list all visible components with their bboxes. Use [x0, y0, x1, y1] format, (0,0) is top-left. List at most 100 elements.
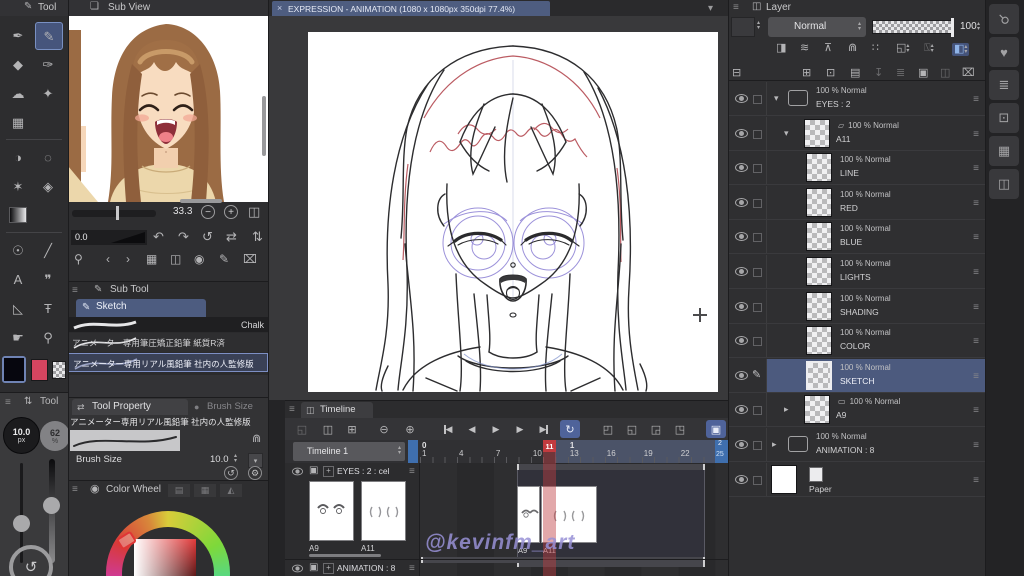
ruler-tool[interactable]: Ŧ — [35, 295, 61, 321]
layer-visible-icon[interactable] — [735, 336, 748, 345]
canvas[interactable] — [308, 32, 718, 392]
layer-row[interactable]: ✎ 100 % Normal SKETCH ≡ — [728, 359, 985, 393]
layer-row[interactable]: 100 % Normal LIGHTS ≡ — [728, 255, 985, 289]
zoom-in-icon[interactable]: ⊕ — [400, 420, 420, 438]
layer-row[interactable]: ▾ ▱ 100 % Normal A11 ≡ — [728, 117, 985, 151]
subview-image[interactable] — [68, 16, 268, 202]
fill-tool[interactable]: ◈ — [35, 173, 61, 199]
layer-hamburger-icon[interactable]: ≡ — [733, 3, 739, 13]
layer-thumbnail[interactable] — [806, 153, 832, 182]
layer-row[interactable]: ▾ 100 % Normal EYES : 2 ≡ — [728, 82, 985, 116]
expand-chevron-icon[interactable]: ▸ — [784, 404, 789, 415]
track1-add-icon[interactable]: + — [323, 466, 334, 477]
color-mix-tab-icon[interactable]: ◭ — [220, 484, 242, 497]
tab-tool-property[interactable]: ⇄ Tool Property — [72, 399, 188, 415]
hamburger-icon[interactable]: ≡ — [5, 398, 11, 408]
delete-icon[interactable]: ⌧ — [243, 252, 257, 266]
settings-icon[interactable]: ⚙ — [248, 466, 262, 480]
layer-visible-icon[interactable] — [735, 440, 748, 449]
layer-visible-icon[interactable] — [735, 94, 748, 103]
reset-icon[interactable]: ↺ — [224, 466, 238, 480]
rotate-right-icon[interactable]: ↷ — [178, 229, 189, 245]
layer-row[interactable]: ▸ ▭ 100 % Normal A9 ≡ — [728, 393, 985, 427]
prev-frame-button[interactable]: ◀ — [462, 420, 482, 438]
layer-row[interactable]: ▸ 100 % Normal ANIMATION : 8 ≡ — [728, 428, 985, 462]
layer-checkbox[interactable] — [753, 303, 762, 312]
track2-eye-icon[interactable] — [291, 564, 304, 573]
overlay-icon[interactable]: ◫ — [170, 252, 181, 266]
next-frame-button[interactable]: ▶ — [510, 420, 530, 438]
eyedropper-tool[interactable]: ⚲ — [35, 324, 61, 350]
search-panel-icon[interactable]: ⚲ — [989, 4, 1019, 34]
layer-checkbox[interactable] — [753, 268, 762, 277]
timeline-settings-icon[interactable]: ⊞ — [342, 420, 362, 438]
pen-tool[interactable]: ✒ — [5, 22, 31, 48]
divide-layer-icon[interactable]: ◫ — [940, 63, 950, 81]
timeline-enable-button[interactable]: ▣ — [706, 420, 726, 438]
layer-menu-icon[interactable]: ≡ — [973, 267, 979, 278]
layer-row[interactable]: 100 % Normal RED ≡ — [728, 186, 985, 220]
eraser-tool[interactable]: ◆ — [5, 51, 31, 77]
layer-checkbox[interactable] — [753, 130, 762, 139]
thumb-cel-a11[interactable] — [361, 481, 406, 541]
brush-size-value[interactable]: 10.0 — [210, 454, 229, 465]
frame-border-tool[interactable]: ◺ — [5, 295, 31, 321]
opacity-slider-bar[interactable] — [872, 18, 954, 37]
track1-menu-icon[interactable]: ≡ — [409, 467, 415, 477]
saturation-value-square[interactable] — [134, 539, 196, 576]
layer-checkbox[interactable] — [753, 337, 762, 346]
gradient-tool[interactable] — [5, 202, 31, 228]
layer-row[interactable]: 100 % Normal SHADING ≡ — [728, 290, 985, 324]
draft-layer-icon[interactable]: ⊼ — [824, 43, 832, 54]
layer-thumbnail[interactable] — [806, 361, 832, 390]
layer-visible-icon[interactable] — [735, 163, 748, 172]
new-layer-settings-icon[interactable]: ⊡ — [826, 63, 835, 81]
layer-menu-icon[interactable]: ≡ — [973, 198, 979, 209]
main-color-swatch[interactable] — [2, 356, 26, 383]
list-view-icon[interactable]: ⊟ — [732, 63, 741, 81]
layer-visible-icon[interactable] — [735, 198, 748, 207]
brush-size-badge[interactable]: 10.0 px — [3, 417, 40, 454]
layer-thumbnail[interactable] — [804, 119, 830, 148]
delete-layer-icon[interactable]: ⌧ — [962, 63, 975, 81]
edit-icon[interactable]: ✎ — [219, 252, 229, 266]
lock-layer-icon[interactable]: ⋒ — [848, 43, 857, 54]
layer-menu-icon[interactable]: ≡ — [973, 405, 979, 416]
layer-menu-icon[interactable]: ≡ — [973, 475, 979, 486]
subtool-hamburger-icon[interactable]: ≡ — [72, 286, 78, 296]
layer-row[interactable]: 100 % Normal BLUE ≡ — [728, 220, 985, 254]
tab-list-chevron-icon[interactable]: ▾ — [708, 3, 713, 14]
timeline-end-marker[interactable]: 2 25 — [715, 440, 728, 463]
layer-checkbox[interactable] — [753, 476, 762, 485]
close-icon[interactable]: × — [277, 3, 282, 13]
text-tool[interactable]: A — [5, 266, 31, 292]
fit-view-icon[interactable]: ◫ — [248, 205, 260, 218]
layer-visible-icon[interactable] — [735, 302, 748, 311]
opacity-slider-handle[interactable] — [951, 18, 954, 37]
layer-checkbox[interactable] — [753, 164, 762, 173]
mask-layer-icon[interactable]: ▣ — [918, 63, 928, 81]
color-set-tab-icon[interactable]: ▦ — [194, 484, 216, 497]
layer-checkbox[interactable] — [753, 406, 762, 415]
timeline-name-stepper[interactable]: ▴ ▾ — [398, 445, 401, 456]
layer-visible-icon[interactable] — [735, 475, 748, 484]
subview-vscrollbar[interactable] — [262, 96, 266, 156]
layer-thumbnail[interactable] — [806, 188, 832, 217]
eyedropper-icon[interactable]: ⚲ — [74, 252, 83, 266]
flip-horizontal-icon[interactable]: ⇄ — [226, 229, 237, 245]
layer-thumbnail[interactable] — [771, 465, 797, 494]
layer-menu-icon[interactable]: ≡ — [973, 94, 979, 105]
layer-checkbox[interactable] — [753, 199, 762, 208]
selection-tool[interactable]: ◌ — [35, 144, 61, 170]
track1-eye-icon[interactable] — [291, 467, 304, 476]
layer-row[interactable]: Paper ≡ — [728, 463, 985, 497]
merge-down-icon[interactable]: ≣ — [896, 63, 905, 81]
layer-thumbnail[interactable] — [804, 395, 830, 424]
layer-row[interactable]: 100 % Normal LINE ≡ — [728, 151, 985, 185]
layer-menu-icon[interactable]: ≡ — [973, 163, 979, 174]
mask-icon[interactable]: ◱ ▴ ▾ — [896, 43, 909, 54]
line-tool[interactable]: ╱ — [35, 237, 61, 263]
layer-thumbnail[interactable] — [806, 326, 832, 355]
decoration-tool[interactable]: ✦ — [35, 80, 61, 106]
opacity-value[interactable]: 100 — [960, 21, 977, 32]
